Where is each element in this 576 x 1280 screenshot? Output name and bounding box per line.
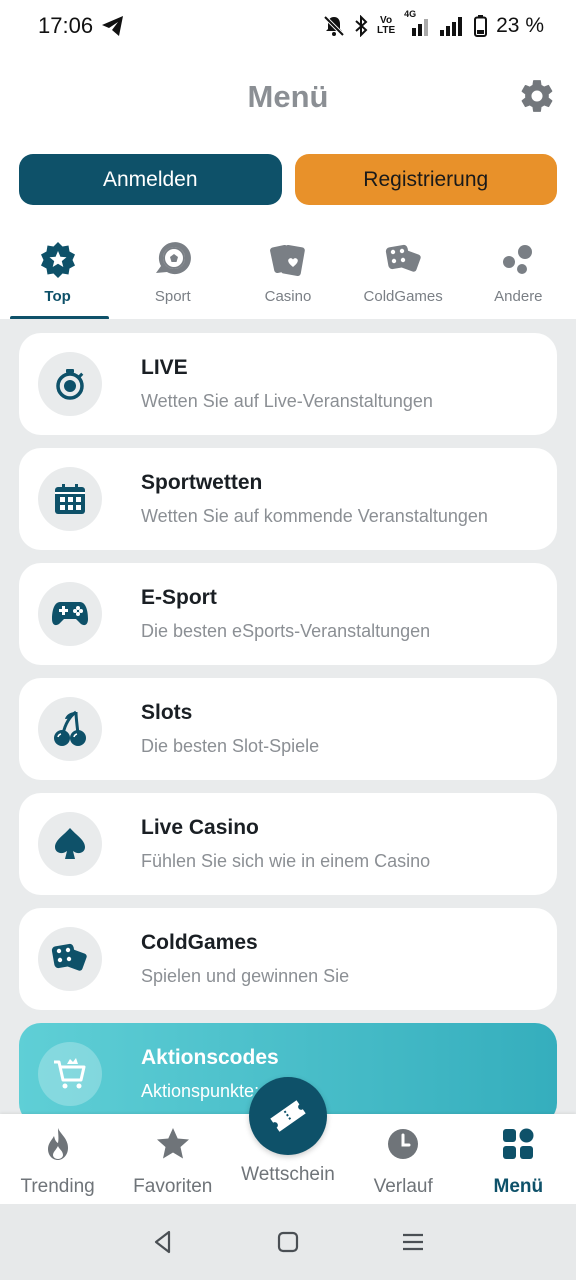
- network-label: 4G: [404, 9, 417, 19]
- muted-bell-icon: [323, 15, 345, 37]
- battery-icon: [474, 15, 488, 37]
- menu-item-live[interactable]: LIVE Wetten Sie auf Live-Veranstaltungen: [19, 333, 557, 435]
- menu-icon-wrap: [38, 582, 102, 646]
- auth-buttons: Anmelden Registrierung: [19, 154, 557, 205]
- tab-label: Sport: [154, 288, 191, 305]
- menu-subtitle: Wetten Sie auf kommende Veranstaltungen: [141, 506, 488, 526]
- menu-icon-wrap: [38, 1042, 102, 1106]
- tab-label: Casino: [264, 288, 312, 305]
- menu-icon-wrap: [38, 352, 102, 416]
- stopwatch-icon: [56, 369, 84, 400]
- spade-icon: [55, 828, 85, 859]
- nav-label: Verlauf: [373, 1176, 433, 1197]
- bet-slip-button[interactable]: [249, 1077, 327, 1155]
- tab-sport[interactable]: Sport: [115, 232, 230, 320]
- star-icon: [156, 1128, 189, 1159]
- menu-icon-wrap: [38, 697, 102, 761]
- playing-cards-icon: [270, 244, 305, 277]
- menu-subtitle: Spielen und gewinnen Sie: [141, 966, 350, 986]
- recents-menu-icon[interactable]: [398, 1227, 428, 1257]
- menu-item-esport[interactable]: E-Sport Die besten eSports-Veranstaltung…: [19, 563, 557, 665]
- status-right: Vo LTE 4G 23 %: [323, 9, 544, 38]
- bubbles-icon: [503, 245, 533, 274]
- menu-title: Live Casino: [141, 816, 259, 839]
- login-button[interactable]: Anmelden: [19, 154, 282, 205]
- menu-item-sportwetten[interactable]: Sportwetten Wetten Sie auf kommende Vera…: [19, 448, 557, 550]
- cherries-icon: [54, 710, 86, 746]
- menu-icon-wrap: [38, 927, 102, 991]
- status-bar: 17:06 Vo LTE 4G 23 %: [0, 0, 576, 52]
- nav-label: Wettschein: [241, 1164, 335, 1185]
- menu-subtitle: Fühlen Sie sich wie in einem Casino: [141, 851, 431, 871]
- page-title: Menü: [247, 79, 329, 114]
- category-tabs: Top Sport Casino ColdGames Andere: [0, 232, 576, 320]
- tab-coldgames[interactable]: ColdGames: [346, 232, 461, 320]
- status-time: 17:06: [38, 13, 94, 38]
- clock-icon: [388, 1129, 419, 1159]
- nav-menu[interactable]: Menü: [461, 1114, 576, 1204]
- ticket-icon: [270, 1100, 306, 1132]
- menu-item-live-casino[interactable]: Live Casino Fühlen Sie sich wie in einem…: [19, 793, 557, 895]
- menu-title: Aktionscodes: [141, 1046, 279, 1069]
- tab-casino[interactable]: Casino: [230, 232, 345, 320]
- menu-item-slots[interactable]: Slots Die besten Slot-Spiele: [19, 678, 557, 780]
- grid-icon: [503, 1128, 534, 1159]
- menu-subtitle: Die besten Slot-Spiele: [141, 736, 320, 756]
- nav-label: Trending: [20, 1176, 95, 1197]
- bluetooth-icon: [355, 15, 368, 37]
- menu-title: Sportwetten: [141, 471, 263, 494]
- menu-text: LIVE Wetten Sie auf Live-Veranstaltungen: [141, 356, 433, 412]
- header: Menü: [0, 52, 576, 142]
- star-badge-icon: [40, 242, 75, 278]
- telegram-icon: [102, 16, 124, 36]
- nav-label: Favoriten: [133, 1176, 213, 1197]
- menu-text: Slots Die besten Slot-Spiele: [141, 701, 319, 757]
- dice-icon: [51, 943, 87, 971]
- menu-text: Sportwetten Wetten Sie auf kommende Vera…: [141, 471, 488, 527]
- gamepad-icon: [52, 602, 88, 626]
- tab-label: Andere: [494, 288, 543, 305]
- shopping-cart-icon: [54, 1058, 86, 1089]
- tab-label: ColdGames: [363, 288, 443, 305]
- menu-title: E-Sport: [141, 586, 217, 609]
- settings-gear-icon[interactable]: [518, 77, 556, 115]
- nav-trending[interactable]: Trending: [0, 1114, 115, 1204]
- home-icon[interactable]: [273, 1227, 303, 1257]
- register-button[interactable]: Registrierung: [294, 154, 557, 205]
- menu-title: Slots: [141, 701, 193, 724]
- menu-subtitle: Die besten eSports-Veranstaltungen: [141, 621, 431, 641]
- menu-list: LIVE Wetten Sie auf Live-Veranstaltungen…: [0, 319, 576, 1114]
- system-navigation-bar: [0, 1204, 576, 1280]
- tab-andere[interactable]: Andere: [461, 232, 576, 320]
- back-icon[interactable]: [148, 1227, 178, 1257]
- nav-verlauf[interactable]: Verlauf: [346, 1114, 461, 1204]
- signal-icon: [412, 19, 429, 36]
- nav-favoriten[interactable]: Favoriten: [115, 1114, 230, 1204]
- status-left: 17:06: [38, 13, 125, 39]
- menu-subtitle: Wetten Sie auf Live-Veranstaltungen: [141, 391, 433, 411]
- tab-top[interactable]: Top: [0, 232, 115, 320]
- menu-icon-wrap: [38, 812, 102, 876]
- menu-text: Live Casino Fühlen Sie sich wie in einem…: [141, 816, 430, 872]
- menu-item-coldgames[interactable]: ColdGames Spielen und gewinnen Sie: [19, 908, 557, 1010]
- signal-icon-2: [440, 17, 463, 36]
- signal-4g: 4G: [404, 9, 430, 36]
- menu-title: LIVE: [141, 356, 188, 379]
- dice-icon: [386, 244, 421, 272]
- soccer-ball-icon: [155, 242, 191, 275]
- menu-title: ColdGames: [141, 931, 258, 954]
- flame-icon: [47, 1128, 68, 1160]
- menu-text: E-Sport Die besten eSports-Veranstaltung…: [141, 586, 430, 642]
- calendar-icon: [55, 484, 85, 514]
- tab-label: Top: [44, 288, 71, 305]
- menu-text: ColdGames Spielen und gewinnen Sie: [141, 931, 349, 987]
- volte-indicator: Vo LTE: [376, 15, 396, 36]
- nav-label: Menü: [493, 1176, 544, 1197]
- battery-level: 23 %: [496, 14, 544, 37]
- menu-icon-wrap: [38, 467, 102, 531]
